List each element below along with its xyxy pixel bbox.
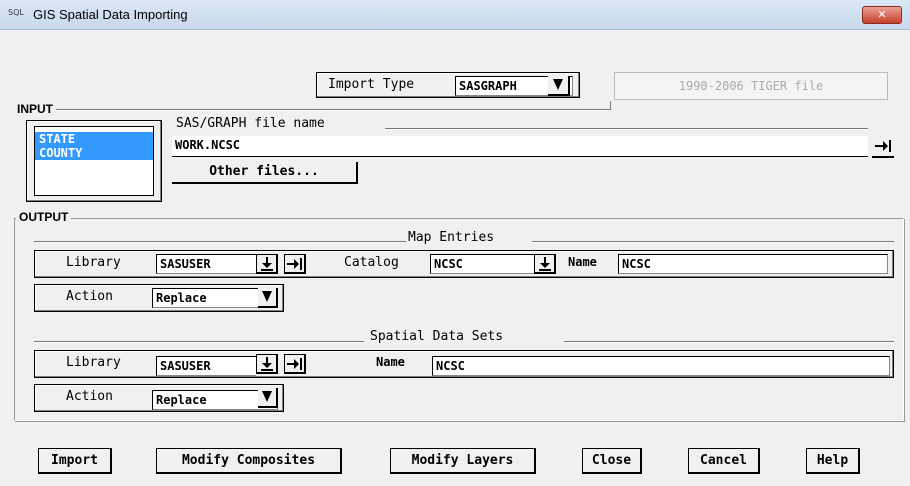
spatial-heading: Spatial Data Sets: [370, 329, 504, 344]
map-library-select-button[interactable]: [256, 254, 278, 274]
map-entries-rule-left: [34, 241, 406, 243]
close-button[interactable]: Close: [582, 448, 642, 474]
map-catalog-input[interactable]: NCSC: [430, 254, 534, 274]
map-name-input[interactable]: NCSC: [618, 254, 888, 274]
map-catalog-select-button[interactable]: [534, 254, 556, 274]
spatial-name-input[interactable]: NCSC: [432, 356, 890, 376]
spatial-library-value: SASUSER: [160, 359, 211, 373]
modify-composites-button[interactable]: Modify Composites: [156, 448, 342, 474]
spatial-library-browse-button[interactable]: [284, 354, 306, 374]
chevron-down-icon: [262, 391, 272, 402]
map-catalog-value: NCSC: [434, 257, 463, 271]
map-library-value: SASUSER: [160, 257, 211, 271]
map-action-value: Replace: [156, 291, 207, 305]
sql-app-icon: SQL: [8, 8, 24, 17]
spatial-action-dropdown-button[interactable]: [258, 388, 278, 408]
cancel-button[interactable]: Cancel: [688, 448, 760, 474]
spatial-rule-right: [564, 341, 894, 343]
map-library-browse-button[interactable]: [284, 254, 306, 274]
file-name-rule: [385, 128, 868, 130]
help-button[interactable]: Help: [806, 448, 860, 474]
spatial-library-select-button[interactable]: [256, 354, 278, 374]
spatial-library-input[interactable]: SASUSER: [156, 356, 256, 376]
arrow-right-bar-icon: [875, 140, 891, 152]
layer-listbox[interactable]: STATE COUNTY: [34, 126, 154, 196]
file-name-label: SAS/GRAPH file name: [176, 116, 325, 131]
import-type-value: SASGRAPH: [459, 79, 517, 93]
spatial-library-label: Library: [66, 355, 121, 370]
tiger-file-button[interactable]: 1990-2006 TIGER file: [614, 72, 888, 100]
output-legend: OUTPUT: [16, 210, 72, 224]
file-name-value: WORK.NCSC: [175, 138, 241, 152]
chevron-down-icon: [553, 79, 563, 90]
map-action-dropdown-button[interactable]: [258, 288, 278, 308]
arrow-down-bar-icon: [260, 356, 273, 371]
list-item[interactable]: COUNTY: [35, 146, 153, 160]
input-top-rule-right: [610, 101, 612, 110]
map-name-label: Name: [568, 255, 597, 269]
spatial-action-value: Replace: [156, 393, 207, 407]
file-name-input[interactable]: WORK.NCSC: [172, 136, 868, 156]
close-icon: ✕: [877, 8, 887, 21]
arrow-down-bar-icon: [260, 256, 273, 271]
spatial-name-label: Name: [376, 355, 405, 369]
spatial-name-value: NCSC: [436, 359, 465, 373]
map-action-label: Action: [66, 289, 113, 304]
arrow-right-bar-icon: [286, 257, 302, 270]
import-type-dropdown-button[interactable]: [548, 76, 570, 96]
spatial-rule-left: [34, 341, 364, 343]
map-library-input[interactable]: SASUSER: [156, 254, 256, 274]
input-legend: INPUT: [14, 102, 56, 116]
map-library-label: Library: [66, 255, 121, 270]
map-catalog-label: Catalog: [344, 255, 399, 270]
import-button[interactable]: Import: [38, 448, 112, 474]
map-name-value: NCSC: [622, 257, 651, 271]
file-name-underline: [172, 156, 868, 157]
arrow-down-bar-icon: [538, 256, 551, 271]
other-files-button[interactable]: Other files...: [172, 162, 358, 184]
list-item[interactable]: STATE: [35, 132, 153, 146]
window-title: GIS Spatial Data Importing: [33, 7, 188, 22]
input-top-rule: [14, 109, 610, 111]
chevron-down-icon: [262, 291, 272, 302]
file-browse-button[interactable]: [872, 136, 894, 158]
arrow-right-bar-icon: [286, 357, 302, 370]
map-entries-rule-right: [532, 241, 894, 243]
window-close-button[interactable]: ✕: [862, 6, 902, 24]
spatial-action-label: Action: [66, 389, 113, 404]
modify-layers-button[interactable]: Modify Layers: [390, 448, 536, 474]
map-entries-heading: Map Entries: [408, 230, 495, 245]
import-type-label: Import Type: [328, 77, 415, 92]
